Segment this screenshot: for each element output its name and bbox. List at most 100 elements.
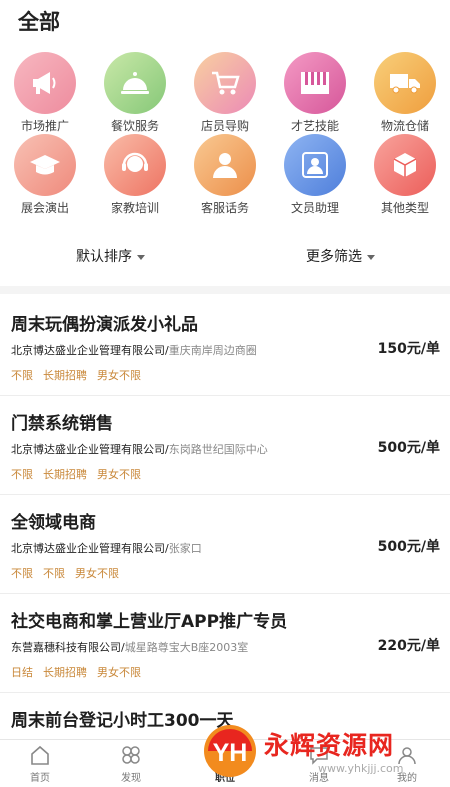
job-price: 500元/单: [377, 440, 440, 456]
briefcase-icon: [213, 743, 237, 767]
filter-bar: 默认排序 更多筛选: [0, 246, 450, 272]
job-tag: 男女不限: [97, 369, 141, 382]
category-item-customer-service[interactable]: 客服话务: [182, 134, 268, 216]
more-filters-label: 更多筛选: [306, 249, 362, 265]
job-list-item[interactable]: 周末前台登记小时工300一天: [0, 694, 450, 739]
job-tags: 不限 长期招聘 男女不限: [11, 466, 151, 482]
sort-dropdown[interactable]: 默认排序: [76, 246, 145, 266]
category-item-catering[interactable]: 餐饮服务: [92, 52, 178, 134]
cloche-icon: [104, 52, 166, 114]
discover-icon: [119, 743, 143, 767]
job-title: 周末前台登记小时工300一天: [11, 711, 234, 731]
category-label: 展会演出: [20, 201, 69, 215]
tab-label: 首页: [30, 773, 50, 784]
tab-label: 职位: [215, 773, 235, 784]
tab-jobs[interactable]: 职位: [190, 743, 260, 784]
caret-down-icon: [367, 254, 375, 260]
company-name: 北京博达盛业企业管理有限公司/: [11, 344, 169, 357]
job-tag: 男女不限: [97, 468, 141, 481]
job-tag: 不限: [11, 369, 33, 382]
category-label: 文员助理: [290, 201, 339, 215]
job-company: 北京博达盛业企业管理有限公司/张家口: [11, 540, 202, 556]
company-name: 东营嘉穗科技有限公司/: [11, 641, 125, 654]
graduation-cap-icon: [14, 134, 76, 196]
sort-label: 默认排序: [76, 249, 132, 265]
category-label: 餐饮服务: [110, 119, 159, 133]
more-filters-dropdown[interactable]: 更多筛选: [306, 246, 375, 266]
job-list-item[interactable]: 门禁系统销售 北京博达盛业企业管理有限公司/东岗路世纪国际中心 不限 长期招聘 男女…: [0, 397, 450, 495]
person-icon: [194, 134, 256, 196]
job-company: 东营嘉穗科技有限公司/城星路尊宝大B座2003室: [11, 639, 248, 655]
job-price: 150元/单: [377, 341, 440, 357]
job-tag: 长期招聘: [43, 369, 87, 382]
tab-label: 我的: [397, 773, 417, 784]
home-icon: [28, 743, 52, 767]
job-title: 社交电商和掌上营业厅APP推广专员: [11, 612, 288, 632]
job-list-item[interactable]: 周末玩偶扮演派发小礼品 北京博达盛业企业管理有限公司/重庆南岸周边商圈 不限 长期…: [0, 298, 450, 396]
job-location: 重庆南岸周边商圈: [168, 344, 257, 357]
job-tag: 不限: [11, 468, 33, 481]
category-item-marketing[interactable]: 市场推广: [2, 52, 88, 134]
bottom-tab-bar: 首页 发现 职位 消息 我的: [0, 739, 450, 787]
job-tag: 男女不限: [75, 567, 119, 580]
piano-icon: [284, 52, 346, 114]
job-price: 500元/单: [377, 539, 440, 555]
job-price: 220元/单: [377, 638, 440, 654]
job-tag: 不限: [43, 567, 65, 580]
user-badge-icon: [284, 134, 346, 196]
job-title: 周末玩偶扮演派发小礼品: [11, 315, 198, 335]
category-label: 市场推广: [20, 119, 69, 133]
category-item-logistics[interactable]: 物流仓储: [362, 52, 448, 134]
tab-discover[interactable]: 发现: [96, 743, 166, 784]
category-label: 家教培训: [110, 201, 159, 215]
tab-profile[interactable]: 我的: [372, 743, 442, 784]
job-tags: 日结 长期招聘 男女不限: [11, 664, 151, 680]
tab-home[interactable]: 首页: [5, 743, 75, 784]
job-location: 城星路尊宝大B座2003室: [124, 641, 249, 654]
category-grid: 市场推广 餐饮服务 店员导购 才艺技能 物流仓储 展会演出 家教培训 客服话务 …: [0, 52, 450, 216]
cube-icon: [374, 134, 436, 196]
megaphone-icon: [14, 52, 76, 114]
profile-icon: [395, 743, 419, 767]
category-label: 店员导购: [200, 119, 249, 133]
headset-icon: [104, 134, 166, 196]
job-tag: 男女不限: [97, 666, 141, 679]
page-title: 全部: [18, 10, 60, 34]
category-label: 其他类型: [380, 201, 429, 215]
category-item-tutoring[interactable]: 家教培训: [92, 134, 178, 216]
job-location: 张家口: [168, 542, 202, 555]
category-row: 市场推广 餐饮服务 店员导购 才艺技能 物流仓储: [0, 52, 450, 134]
job-tag: 不限: [11, 567, 33, 580]
tab-label: 发现: [121, 773, 141, 784]
job-company: 北京博达盛业企业管理有限公司/重庆南岸周边商圈: [11, 342, 257, 358]
company-name: 北京博达盛业企业管理有限公司/: [11, 542, 169, 555]
truck-icon: [374, 52, 436, 114]
job-tags: 不限 不限 男女不限: [11, 565, 129, 581]
job-tag: 日结: [11, 666, 33, 679]
cart-icon: [194, 52, 256, 114]
category-label: 客服话务: [200, 201, 249, 215]
tab-messages[interactable]: 消息: [284, 743, 354, 784]
job-list-item[interactable]: 社交电商和掌上营业厅APP推广专员 东营嘉穗科技有限公司/城星路尊宝大B座200…: [0, 595, 450, 693]
category-item-clerk[interactable]: 文员助理: [272, 134, 358, 216]
category-item-talent[interactable]: 才艺技能: [272, 52, 358, 134]
category-label: 才艺技能: [290, 119, 339, 133]
job-tag: 长期招聘: [43, 468, 87, 481]
job-company: 北京博达盛业企业管理有限公司/东岗路世纪国际中心: [11, 441, 268, 457]
job-location: 东岗路世纪国际中心: [168, 443, 268, 456]
category-label: 物流仓储: [380, 119, 429, 133]
category-item-other[interactable]: 其他类型: [362, 134, 448, 216]
job-tags: 不限 长期招聘 男女不限: [11, 367, 151, 383]
job-title: 门禁系统销售: [11, 414, 113, 434]
message-icon: [307, 743, 331, 767]
category-item-exhibition[interactable]: 展会演出: [2, 134, 88, 216]
caret-down-icon: [137, 254, 145, 260]
job-title: 全领域电商: [11, 513, 96, 533]
job-list-item[interactable]: 全领域电商 北京博达盛业企业管理有限公司/张家口 不限 不限 男女不限 500元/单: [0, 496, 450, 594]
section-divider: [0, 286, 450, 294]
category-item-shop-assistant[interactable]: 店员导购: [182, 52, 268, 134]
category-row: 展会演出 家教培训 客服话务 文员助理 其他类型: [0, 134, 450, 216]
company-name: 北京博达盛业企业管理有限公司/: [11, 443, 169, 456]
tab-label: 消息: [309, 773, 329, 784]
job-tag: 长期招聘: [43, 666, 87, 679]
